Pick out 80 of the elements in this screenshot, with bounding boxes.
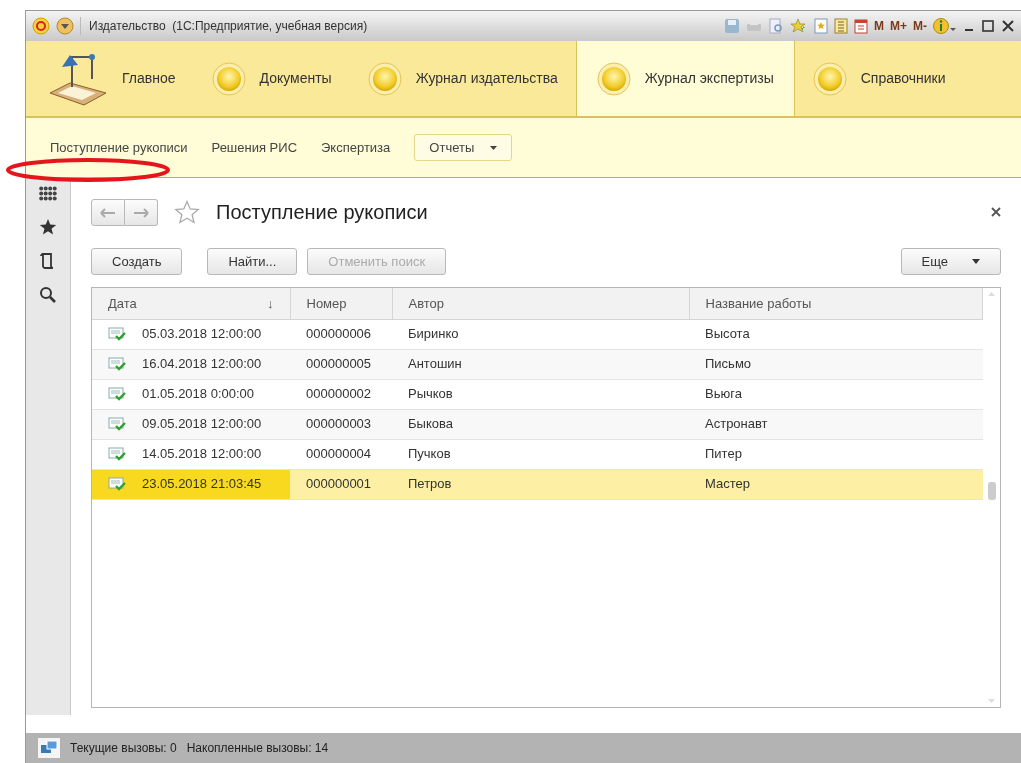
section-tab[interactable]: Главное — [26, 41, 194, 116]
sort-indicator: ↓ — [267, 294, 274, 313]
column-header[interactable]: Автор — [392, 288, 689, 319]
toolbar-button[interactable]: Найти... — [207, 248, 298, 275]
orb-icon — [596, 61, 631, 96]
back-button[interactable] — [91, 198, 125, 226]
table-cell: 01.05.2018 0:00:00 — [92, 379, 290, 409]
star-icon[interactable] — [790, 18, 808, 34]
orb-icon — [812, 61, 847, 96]
section-tab[interactable]: Журнал экспертизы — [575, 41, 795, 116]
table-cell: Высота — [689, 319, 983, 349]
table-cell: 000000001 — [290, 469, 392, 499]
close-icon[interactable] — [1001, 19, 1015, 33]
table-cell: 16.04.2018 12:00:00 — [92, 349, 290, 379]
arrow-right-icon — [133, 207, 149, 218]
posted-document-icon — [108, 447, 126, 461]
memory-button[interactable]: M+ — [890, 17, 907, 35]
forward-button[interactable] — [125, 198, 158, 226]
connections-icon[interactable] — [38, 738, 60, 758]
table-cell: Рычков — [392, 379, 689, 409]
apps-grid-icon[interactable] — [39, 186, 57, 202]
nav-link[interactable]: Поступление рукописи — [50, 137, 188, 158]
table-cell: Антошин — [392, 349, 689, 379]
posted-document-icon — [108, 327, 126, 341]
column-header[interactable]: Номер — [290, 288, 392, 319]
nav-link[interactable]: Решения РИС — [211, 137, 297, 158]
table-cell: 14.05.2018 12:00:00 — [92, 439, 290, 469]
table-cell: Питер — [689, 439, 983, 469]
caret-icon — [490, 145, 498, 150]
table-cell: Вьюга — [689, 379, 983, 409]
table-cell: 23.05.2018 21:03:45 — [92, 469, 290, 499]
calendar-icon[interactable] — [854, 18, 868, 34]
arrow-left-icon — [100, 207, 116, 218]
table-cell: 000000002 — [290, 379, 392, 409]
table-cell: Письмо — [689, 349, 983, 379]
column-header[interactable]: Дата ↓ — [92, 288, 290, 319]
menu-caret-icon[interactable] — [56, 17, 74, 35]
table-cell: Астронавт — [689, 409, 983, 439]
table-cell: Мастер — [689, 469, 983, 499]
star-icon[interactable] — [39, 218, 57, 236]
status-text: Накопленные вызовы: 14 — [186, 740, 329, 757]
logo-icon[interactable] — [32, 17, 50, 35]
column-header[interactable]: Название работы — [689, 288, 983, 319]
search-icon[interactable] — [39, 286, 57, 304]
nav-link[interactable]: Экспертиза — [321, 137, 391, 158]
scrollbar-thumb[interactable] — [987, 482, 996, 500]
toolbar-button[interactable]: Создать — [91, 248, 183, 275]
table-cell: 05.03.2018 12:00:00 — [92, 319, 290, 349]
table-cell: 000000006 — [290, 319, 392, 349]
form-title: Поступление рукописи — [216, 200, 429, 225]
window-title: Издательство (1С:Предприятие, учебная версия) — [80, 17, 718, 35]
history-icon[interactable] — [40, 252, 56, 270]
close-icon[interactable] — [991, 207, 1001, 217]
preview-icon[interactable] — [768, 18, 784, 34]
caret-icon — [972, 259, 980, 264]
memory-button[interactable]: M- — [913, 17, 927, 35]
orb-icon — [211, 61, 246, 96]
table-cell: 000000003 — [290, 409, 392, 439]
reports-dropdown[interactable]: Отчеты — [414, 133, 513, 162]
favorite-star-icon[interactable] — [174, 200, 200, 224]
info-icon[interactable] — [933, 17, 957, 35]
maximize-icon[interactable] — [981, 19, 995, 33]
table-cell: Пучков — [392, 439, 689, 469]
table-cell: Биринко — [392, 319, 689, 349]
orb-icon — [367, 61, 402, 96]
table-cell: 09.05.2018 12:00:00 — [92, 409, 290, 439]
table-cell: Петров — [392, 469, 689, 499]
memory-button[interactable]: M — [874, 17, 884, 35]
posted-document-icon — [108, 357, 126, 371]
posted-document-icon — [108, 477, 126, 491]
section-tab[interactable]: Документы — [193, 41, 350, 116]
posted-document-icon — [108, 417, 126, 431]
status-text: Текущие вызовы: 0 — [70, 740, 177, 757]
section-tab[interactable]: Журнал издательства — [349, 41, 576, 116]
section-tab[interactable]: Справочники — [794, 41, 964, 116]
table-cell: Быкова — [392, 409, 689, 439]
more-button[interactable]: Еще — [900, 248, 1001, 275]
posted-document-icon — [108, 387, 126, 401]
table-cell: 000000004 — [290, 439, 392, 469]
table-cell: 000000005 — [290, 349, 392, 379]
